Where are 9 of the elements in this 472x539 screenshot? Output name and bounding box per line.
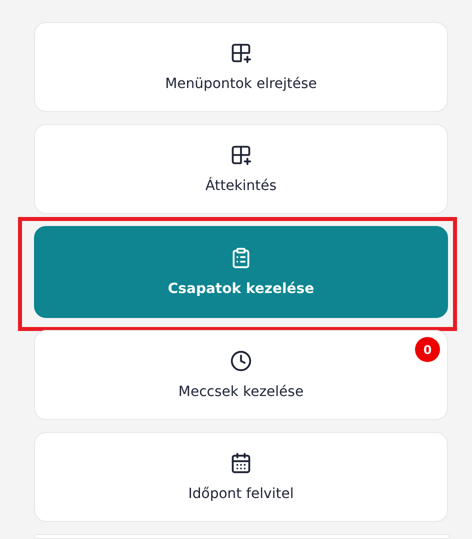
menu-card[interactable]: Időpont felvitel — [34, 432, 448, 522]
grid-plus-icon — [230, 144, 252, 166]
menu-card[interactable]: Menüpontok elrejtése — [34, 22, 448, 112]
calendar-icon — [230, 452, 252, 474]
clock-icon — [230, 350, 252, 372]
menu-card[interactable]: Áttekintés — [34, 124, 448, 214]
grid-plus-icon — [230, 42, 252, 64]
clipboard-icon — [230, 247, 252, 269]
menu-card[interactable]: Csapatok kezelése — [34, 226, 448, 318]
